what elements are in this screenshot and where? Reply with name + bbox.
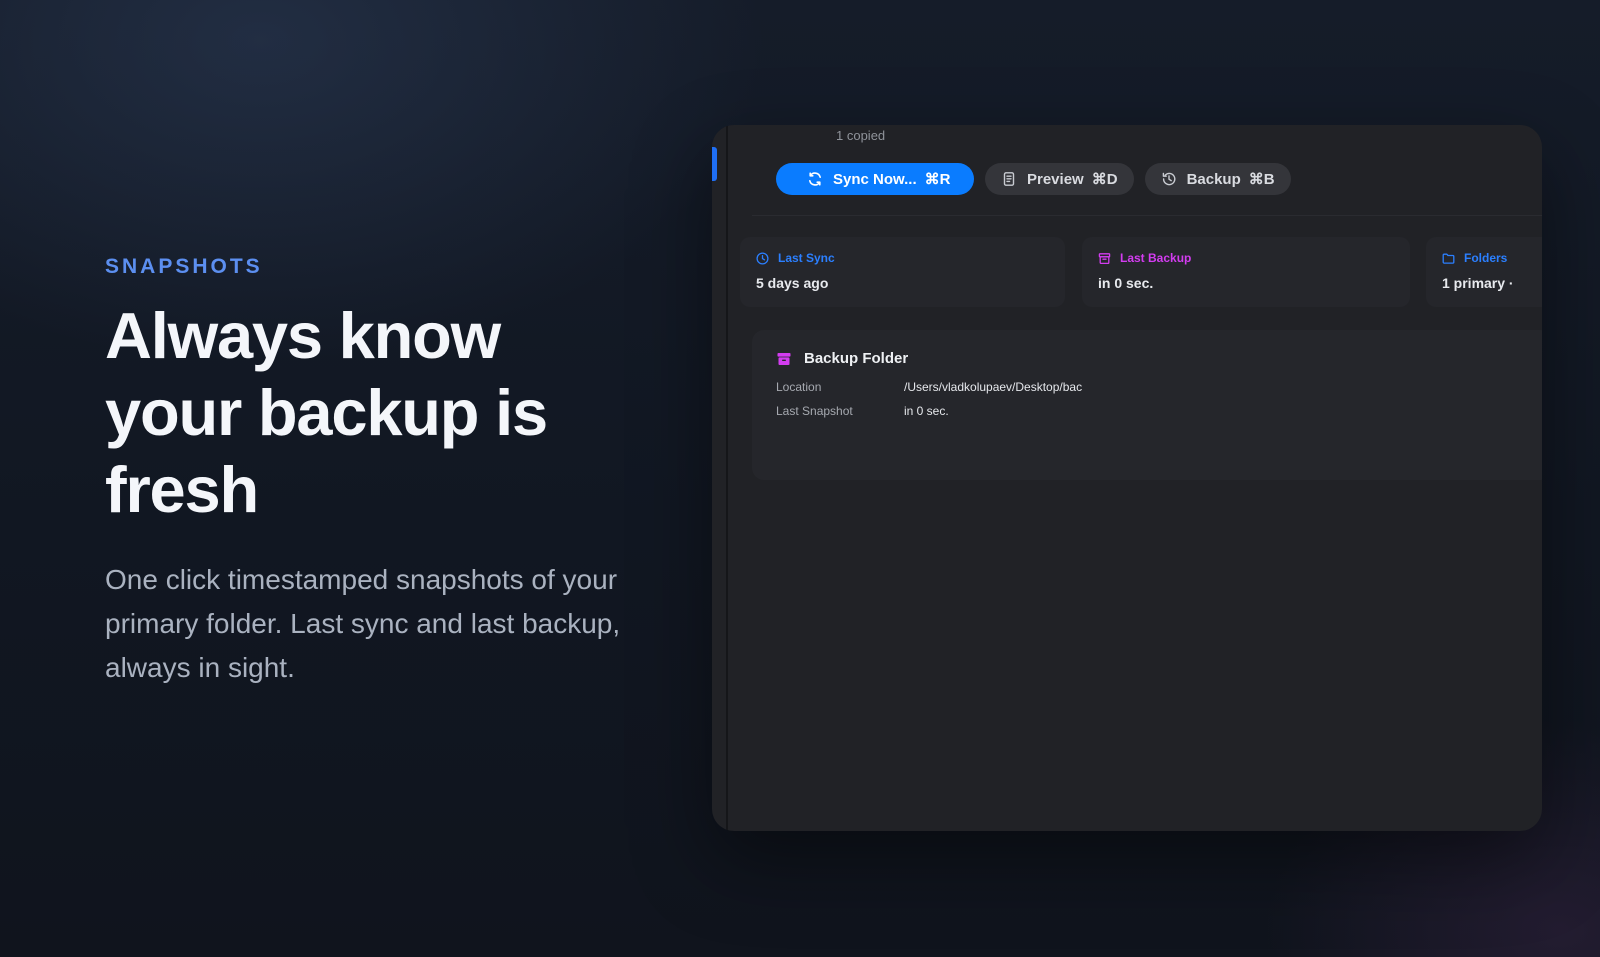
stat-title-label: Folders	[1464, 251, 1508, 265]
backup-folder-panel: Backup Folder Location /Users/vladkolupa…	[752, 330, 1542, 480]
archive-icon	[1098, 252, 1111, 265]
stat-value: 5 days ago	[756, 275, 829, 291]
sync-now-label: Sync Now...	[833, 170, 917, 188]
clock-icon	[756, 251, 769, 265]
stat-title-label: Last Sync	[778, 251, 835, 265]
preview-button[interactable]: Preview ⌘D	[985, 163, 1134, 195]
sync-icon	[807, 171, 823, 187]
backup-folder-title: Backup Folder	[804, 350, 909, 367]
backup-label: Backup	[1186, 170, 1241, 188]
history-icon	[1161, 171, 1177, 187]
app-window: 1 copied Sync Now... ⌘R Preview ⌘D Backu…	[712, 125, 1542, 831]
stat-card-folders: Folders 1 primary ·	[1426, 237, 1542, 307]
preview-shortcut: ⌘D	[1091, 171, 1118, 188]
toolbar: Sync Now... ⌘R Preview ⌘D Backup ⌘B	[776, 163, 1291, 195]
stat-value: 1 primary ·	[1442, 275, 1514, 291]
stat-title: Last Sync	[756, 251, 1065, 265]
last-snapshot-label: Last Snapshot	[776, 404, 853, 418]
stat-title-label: Last Backup	[1120, 251, 1192, 265]
location-value[interactable]: /Users/vladkolupaev/Desktop/bac	[904, 380, 1082, 394]
backup-shortcut: ⌘B	[1248, 171, 1275, 188]
document-icon	[1001, 171, 1017, 187]
location-label: Location	[776, 380, 822, 394]
sync-now-shortcut: ⌘R	[924, 171, 951, 188]
hero-copy: SNAPSHOTS Always know your backup is fre…	[105, 255, 645, 690]
section-eyebrow: SNAPSHOTS	[105, 255, 263, 278]
backup-button[interactable]: Backup ⌘B	[1144, 163, 1291, 195]
toolbar-divider	[752, 215, 1542, 216]
stat-title: Folders	[1442, 251, 1542, 265]
stat-value: in 0 sec.	[1098, 275, 1154, 291]
archive-icon	[776, 351, 792, 367]
folder-icon	[1442, 252, 1455, 265]
hero-headline: Always know your backup is fresh	[105, 299, 548, 526]
backup-folder-header: Backup Folder	[776, 350, 908, 367]
last-snapshot-value: in 0 sec.	[904, 404, 949, 418]
sidebar-divider	[726, 125, 728, 831]
stat-card-last-backup: Last Backup in 0 sec.	[1082, 237, 1410, 307]
sync-now-button[interactable]: Sync Now... ⌘R	[776, 163, 974, 195]
copy-status: 1 copied	[836, 128, 886, 143]
stat-title: Last Backup	[1098, 251, 1410, 265]
preview-label: Preview	[1027, 170, 1084, 188]
hero-description: One click timestamped snapshots of your …	[105, 564, 621, 683]
stat-card-last-sync: Last Sync 5 days ago	[740, 237, 1065, 307]
sidebar-selection-indicator	[712, 147, 717, 181]
